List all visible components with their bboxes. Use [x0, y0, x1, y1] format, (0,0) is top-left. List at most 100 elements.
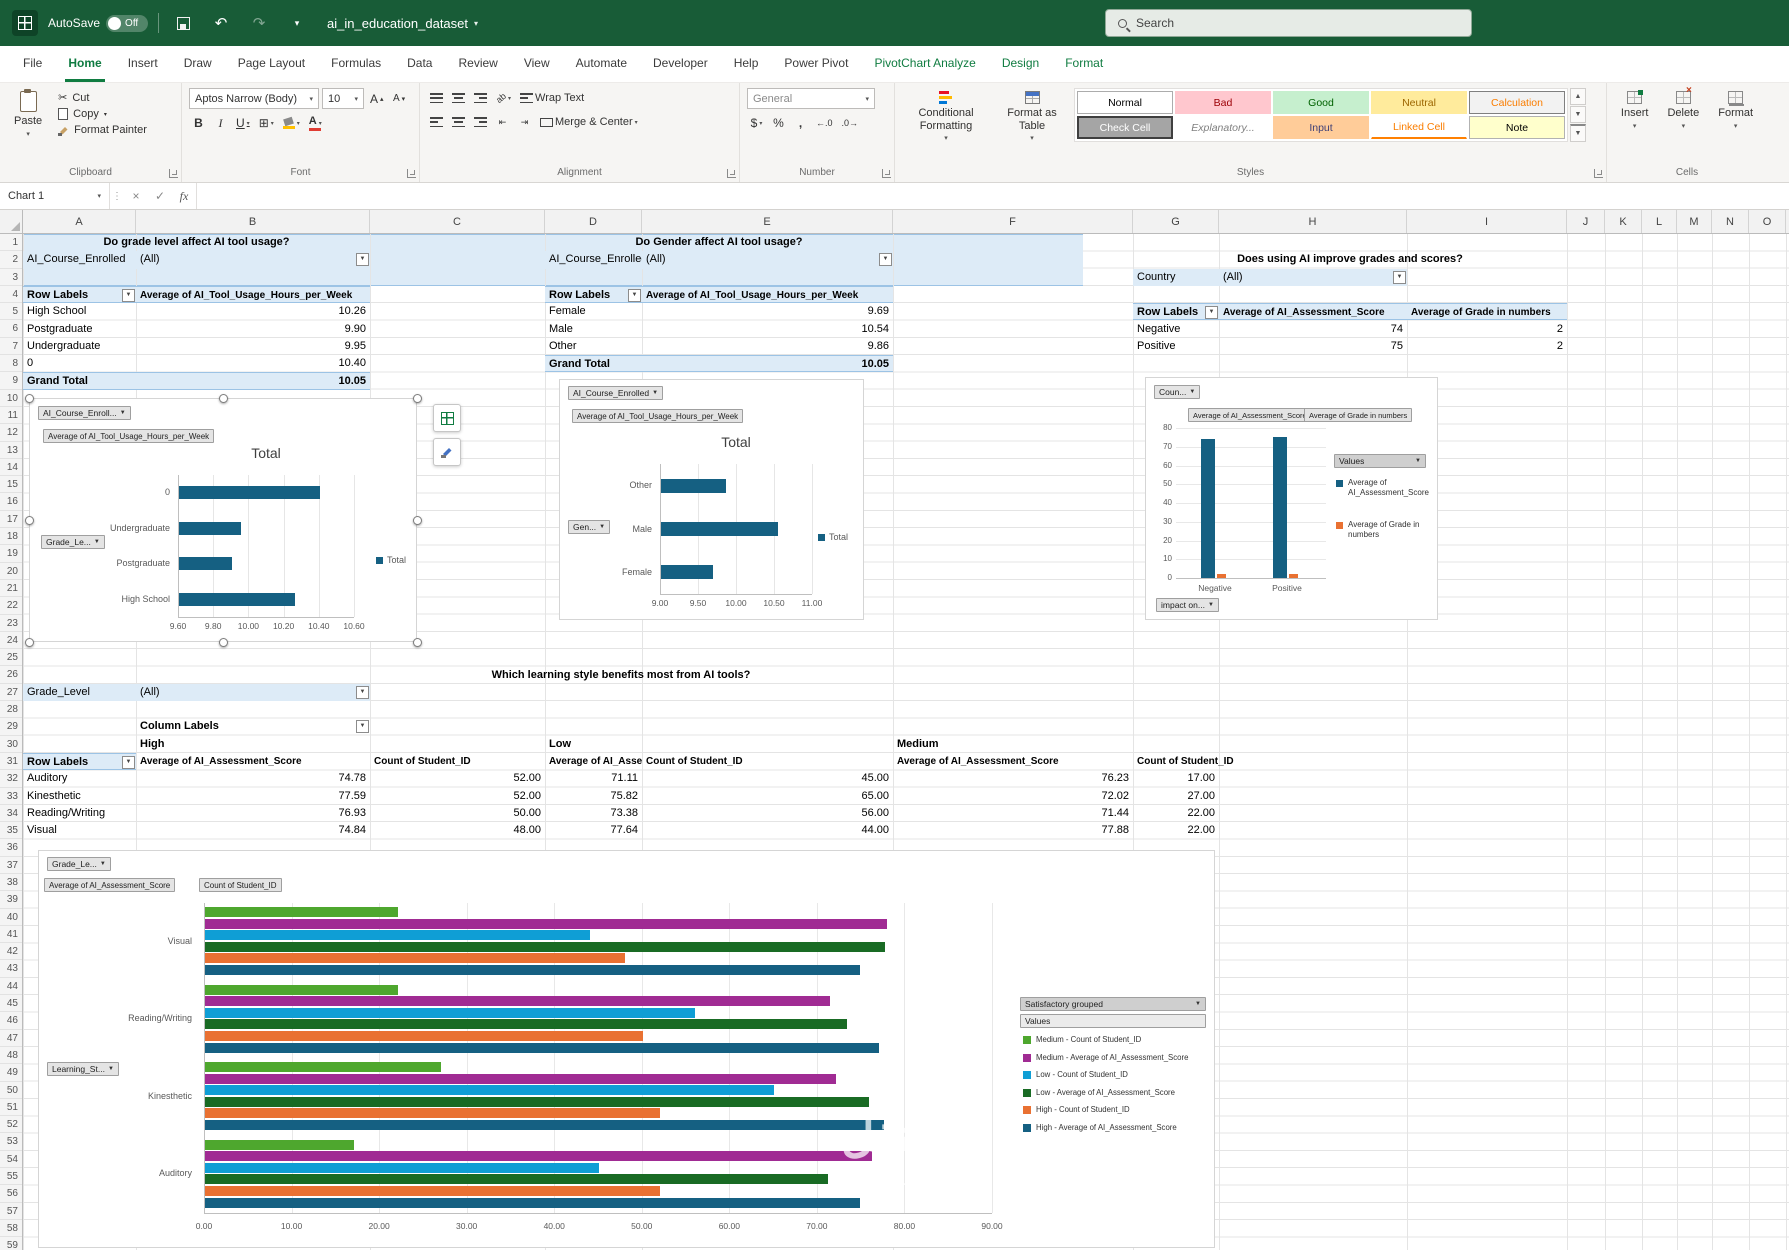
pivot-learning-value[interactable]: 22.00	[1133, 822, 1219, 839]
column-header-B[interactable]: B	[136, 210, 370, 233]
bold-button[interactable]: B	[189, 113, 208, 133]
filter-grade-level-dropdown-button[interactable]: ▼	[356, 686, 369, 699]
pivot-impact-grade[interactable]: 2	[1407, 321, 1567, 338]
pivot-grade-row-label[interactable]: Undergraduate	[23, 338, 136, 355]
row-header-12[interactable]: 12	[0, 424, 22, 441]
filter-ai-course-1-value[interactable]: (All)▼	[136, 251, 370, 268]
pivot-impact-score[interactable]: 75	[1219, 338, 1407, 355]
row-header-36[interactable]: 36	[0, 839, 22, 856]
pivot-impact-score[interactable]: 74	[1219, 321, 1407, 338]
pivot-gender-row-value[interactable]: 9.69	[642, 303, 893, 320]
row-header-15[interactable]: 15	[0, 476, 22, 493]
row-header-57[interactable]: 57	[0, 1203, 22, 1220]
filter-country-label[interactable]: Country	[1133, 269, 1219, 286]
pivot-learning-subheader[interactable]: Average of AI_Assess	[545, 753, 642, 770]
row-header-46[interactable]: 46	[0, 1012, 22, 1029]
pivot-learning-subheader[interactable]: Average of AI_Assessment_Score	[136, 753, 370, 770]
ribbon-tab-view[interactable]: View	[511, 46, 563, 82]
row-header-14[interactable]: 14	[0, 459, 22, 476]
pivot-learning-value[interactable]: 77.88	[893, 822, 1133, 839]
autosave-toggle[interactable]: AutoSave Off	[48, 15, 148, 32]
row-header-34[interactable]: 34	[0, 805, 22, 822]
pivot-learning-value[interactable]: 72.02	[893, 788, 1133, 805]
chart-grade-usage[interactable]: AI_Course_Enroll...▼Average of AI_Tool_U…	[29, 398, 417, 642]
pivot-impact-header-score[interactable]: Average of AI_Assessment_Score	[1219, 303, 1407, 320]
row-header-24[interactable]: 24	[0, 632, 22, 649]
pivot-learning-value[interactable]: 56.00	[642, 805, 893, 822]
row-header-6[interactable]: 6	[0, 320, 22, 337]
row-header-33[interactable]: 33	[0, 788, 22, 805]
column-header-G[interactable]: G	[1133, 210, 1219, 233]
fill-color-button[interactable]: ▾	[280, 113, 303, 133]
format-painter-button[interactable]: Format Painter	[54, 123, 151, 137]
filter-ai-course-1-dropdown-button[interactable]: ▼	[356, 253, 369, 266]
filter-country-value[interactable]: (All)▼	[1219, 269, 1407, 286]
row-header-45[interactable]: 45	[0, 995, 22, 1012]
column-header-H[interactable]: H	[1219, 210, 1407, 233]
gallery-up-button[interactable]: ▲	[1570, 88, 1586, 105]
row-header-43[interactable]: 43	[0, 960, 22, 977]
row-header-3[interactable]: 3	[0, 269, 22, 286]
question-title-2[interactable]: Do Gender affect AI tool usage?	[545, 234, 893, 251]
decrease-indent-button[interactable]: ⇤	[493, 112, 512, 132]
pivot-learning-subheader[interactable]: Count of Student_ID	[370, 753, 545, 770]
filter-grade-level-value[interactable]: (All)▼	[136, 684, 370, 701]
pivot-gender-total-label[interactable]: Grand Total	[545, 355, 642, 372]
chart-filter-button[interactable]: AI_Course_Enrolled▼	[568, 386, 663, 400]
chart-filter-button[interactable]: Grade_Le...▼	[47, 857, 111, 871]
pivot-learning-value[interactable]: 52.00	[370, 788, 545, 805]
merge-center-button[interactable]: Merge & Center▾	[537, 112, 641, 132]
pivot-learning-group-low[interactable]: Low	[545, 736, 665, 753]
chart-filter-button[interactable]: impact on...▼	[1156, 598, 1219, 612]
cell-style-input[interactable]: Input	[1273, 116, 1369, 139]
row-header-4[interactable]: 4	[0, 286, 22, 303]
ribbon-tab-draw[interactable]: Draw	[171, 46, 225, 82]
cell-style-note[interactable]: Note	[1469, 116, 1565, 139]
chart-value-field-button[interactable]: Average of AI_Assessment_Score	[1188, 408, 1312, 422]
row-header-17[interactable]: 17	[0, 511, 22, 528]
increase-indent-button[interactable]: ⇥	[515, 112, 534, 132]
number-format-select[interactable]: General▾	[747, 88, 875, 109]
pivot-learning-value[interactable]: 73.38	[545, 805, 642, 822]
legend-field-button[interactable]: Values▼	[1334, 454, 1426, 468]
column-header-E[interactable]: E	[642, 210, 893, 233]
row-header-53[interactable]: 53	[0, 1133, 22, 1150]
chart-score-impact[interactable]: Coun...▼Average of AI_Assessment_ScoreAv…	[1145, 377, 1438, 620]
pivot-learning-rowlabels[interactable]: Row Labels▼	[23, 753, 136, 770]
selection-handle[interactable]	[413, 638, 422, 647]
pivot-learning-value[interactable]: 65.00	[642, 788, 893, 805]
row-header-32[interactable]: 32	[0, 770, 22, 787]
pivot-grade-row-value[interactable]: 9.95	[136, 338, 370, 355]
row-header-16[interactable]: 16	[0, 493, 22, 510]
column-header-C[interactable]: C	[370, 210, 545, 233]
quick-access-chevron-icon[interactable]: ▾	[283, 10, 311, 36]
row-header-19[interactable]: 19	[0, 545, 22, 562]
row-header-1[interactable]: 1	[0, 234, 22, 251]
ribbon-tab-data[interactable]: Data	[394, 46, 445, 82]
chart-value-field-button[interactable]: Average of AI_Tool_Usage_Hours_per_Week	[43, 429, 214, 443]
row-header-47[interactable]: 47	[0, 1030, 22, 1047]
cell-style-check-cell[interactable]: Check Cell	[1077, 116, 1173, 139]
pivot-grade-total-label[interactable]: Grand Total	[23, 372, 136, 389]
pivot-learning-value[interactable]: 52.00	[370, 770, 545, 787]
row-header-11[interactable]: 11	[0, 407, 22, 424]
row-header-42[interactable]: 42	[0, 943, 22, 960]
gallery-down-button[interactable]: ▼	[1570, 106, 1586, 123]
rowlabels-dropdown-button[interactable]: ▼	[122, 289, 135, 302]
ribbon-tab-pivotchart-analyze[interactable]: PivotChart Analyze	[861, 46, 988, 82]
clipboard-dialog-launcher[interactable]	[169, 169, 178, 178]
column-header-O[interactable]: O	[1749, 210, 1786, 233]
pivot-learning-value[interactable]: 76.23	[893, 770, 1133, 787]
row-header-40[interactable]: 40	[0, 909, 22, 926]
pivot-learning-value[interactable]: 44.00	[642, 822, 893, 839]
paste-button[interactable]: Paste▾	[7, 88, 49, 142]
row-header-56[interactable]: 56	[0, 1185, 22, 1202]
cell-style-good[interactable]: Good	[1273, 91, 1369, 114]
cut-button[interactable]: ✂Cut	[54, 90, 151, 105]
filter-ai-course-2-value[interactable]: (All)▼	[642, 251, 893, 268]
pivot-gender-row-value[interactable]: 9.86	[642, 338, 893, 355]
redo-button[interactable]: ↷	[245, 10, 273, 36]
font-size-select[interactable]: 10▾	[322, 88, 364, 109]
row-header-9[interactable]: 9	[0, 372, 22, 389]
cell-style-calculation[interactable]: Calculation	[1469, 91, 1565, 114]
